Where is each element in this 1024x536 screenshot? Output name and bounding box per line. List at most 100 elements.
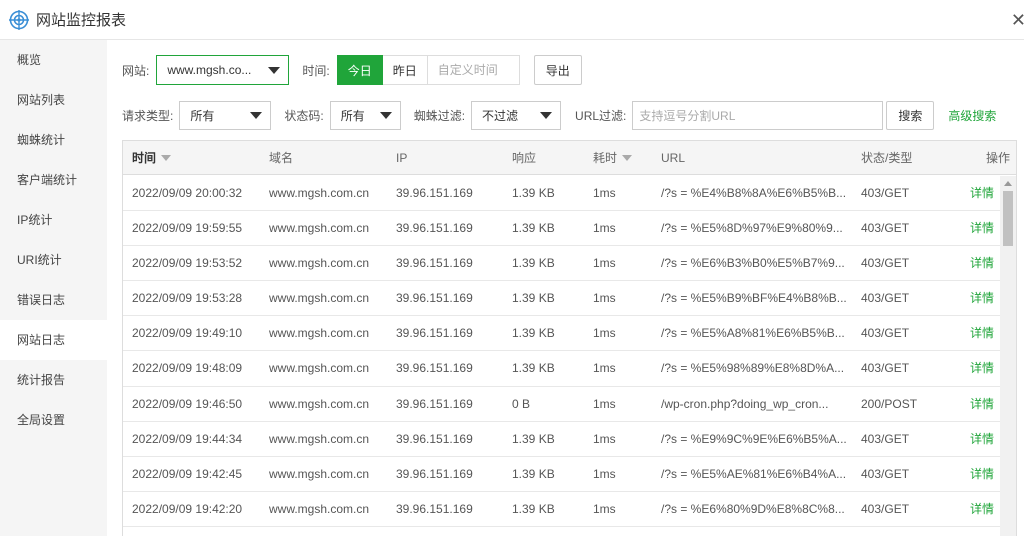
details-link[interactable]: 详情 [970,281,994,316]
cell-time: 2022/09/09 19:42:20 [132,501,243,516]
cell-ip: 39.96.151.169 [396,291,473,306]
cell-domain: www.mgsh.com.cn [269,396,370,411]
cell-elapsed: 1ms [593,361,616,376]
time-range-group: 今日 昨日 [336,55,520,85]
site-select[interactable]: www.mgsh.co... [156,55,290,85]
caret-down-icon [268,67,281,74]
time-label: 时间: [302,63,330,78]
details-link[interactable]: 详情 [970,422,994,457]
request-type-value: 所有 [190,109,215,123]
table-row: 2022/09/09 19:42:45 www.mgsh.com.cn 39.9… [123,457,1001,492]
header-status: 状态/类型 [861,151,913,165]
table-row: 2022/09/09 19:59:55 www.mgsh.com.cn 39.9… [123,211,1001,247]
cell-response: 1.39 KB [512,221,555,236]
cell-time: 2022/09/09 19:48:09 [132,361,243,376]
scrollbar-thumb[interactable] [1003,191,1013,246]
table-header: 时间 域名 IP 响应 耗时 URL 状态/类型 操作 [123,141,1016,175]
details-link[interactable]: 详情 [970,351,994,386]
export-button[interactable]: 导出 [533,55,582,85]
cell-url: /?s = %E9%9C%9E%E6%B5%A... [661,431,847,446]
cell-ip: 39.96.151.169 [396,326,473,341]
title-bar: 网站监控报表 ✕ [0,0,1024,40]
cell-status: 403/GET [861,466,910,481]
cell-status: 403/GET [861,256,910,271]
cell-response: 1.39 KB [512,291,555,306]
details-link[interactable]: 详情 [970,316,994,351]
cell-status: 200/POST [861,396,918,411]
table-row: 2022/09/09 19:53:28 www.mgsh.com.cn 39.9… [123,281,1001,317]
cell-status: 403/GET [861,221,910,236]
cell-response: 1.39 KB [512,466,555,481]
sidebar-item-ip-stats[interactable]: IP统计 [0,200,107,240]
table-scrollbar[interactable] [1000,176,1016,536]
request-type-select[interactable]: 所有 [179,101,272,130]
cell-ip: 39.96.151.169 [396,501,473,516]
custom-time-input[interactable] [427,55,520,85]
cell-elapsed: 1ms [593,186,616,200]
cell-time: 2022/09/09 19:53:28 [132,291,243,306]
cell-response: 1.39 KB [512,186,555,200]
sidebar-item-error-log[interactable]: 错误日志 [0,280,107,320]
cell-time: 2022/09/09 19:59:55 [132,221,243,236]
table-row: 2022/09/09 19:44:34 www.mgsh.com.cn 39.9… [123,422,1001,457]
sidebar-item-global-settings[interactable]: 全局设置 [0,400,107,440]
status-code-select[interactable]: 所有 [329,101,401,130]
sidebar-item-uri-stats[interactable]: URI统计 [0,240,107,280]
sidebar-item-overview[interactable]: 概览 [0,40,107,80]
cell-domain: www.mgsh.com.cn [269,256,370,271]
search-button[interactable]: 搜索 [886,101,935,130]
cell-domain: www.mgsh.com.cn [269,326,370,341]
table-body: 2022/09/09 20:00:32 www.mgsh.com.cn 39.9… [123,176,1001,527]
filter-row-secondary: 请求类型: 所有 状态码: 所有 蜘蛛过滤: 不过滤 URL过滤: 搜索 高级搜… [122,101,1022,130]
details-link[interactable]: 详情 [970,211,994,246]
table-row: 2022/09/09 19:49:10 www.mgsh.com.cn 39.9… [123,316,1001,352]
window-title: 网站监控报表 [36,12,127,29]
scroll-up-arrow-icon[interactable] [1004,181,1012,186]
header-elapsed[interactable]: 耗时 [593,141,633,175]
caret-down-icon [379,112,392,119]
cell-status: 403/GET [861,186,910,200]
url-filter-input[interactable] [632,101,884,130]
table-row: 2022/09/09 19:46:50 www.mgsh.com.cn 39.9… [123,387,1001,422]
cell-response: 1.39 KB [512,361,555,376]
cell-url: /?s = %E5%A8%81%E6%B5%B... [661,326,845,341]
cell-ip: 39.96.151.169 [396,186,473,200]
table-row: 2022/09/09 20:00:32 www.mgsh.com.cn 39.9… [123,176,1001,212]
advanced-search-link[interactable]: 高级搜索 [948,107,996,124]
details-link[interactable]: 详情 [970,492,994,527]
sidebar-item-site-log[interactable]: 网站日志 [0,320,107,360]
table-row: 2022/09/09 19:53:52 www.mgsh.com.cn 39.9… [123,246,1001,282]
spider-filter-value: 不过滤 [482,109,519,123]
sidebar-item-spider-stats[interactable]: 蜘蛛统计 [0,120,107,160]
cell-response: 1.39 KB [512,256,555,271]
cell-domain: www.mgsh.com.cn [269,221,370,236]
details-link[interactable]: 详情 [970,457,994,492]
cell-status: 403/GET [861,326,910,341]
sort-icon [622,154,633,161]
header-domain: 域名 [269,151,294,165]
spider-filter-select[interactable]: 不过滤 [471,101,562,130]
details-link[interactable]: 详情 [970,246,994,281]
table-row: 2022/09/09 19:42:20 www.mgsh.com.cn 39.9… [123,492,1001,527]
sidebar-item-client-stats[interactable]: 客户端统计 [0,160,107,200]
cell-response: 1.39 KB [512,326,555,341]
cell-status: 403/GET [861,431,910,446]
request-type-label: 请求类型: [122,109,174,123]
cell-url: /?s = %E6%80%9D%E8%8C%8... [661,501,845,516]
caret-down-icon [250,112,263,119]
sidebar-item-stats-report[interactable]: 统计报告 [0,360,107,400]
sidebar-item-site-list[interactable]: 网站列表 [0,80,107,120]
time-yesterday-button[interactable]: 昨日 [382,55,428,85]
close-icon[interactable]: ✕ [1011,10,1024,31]
cell-time: 2022/09/09 19:44:34 [132,431,243,446]
header-time[interactable]: 时间 [132,141,172,175]
details-link[interactable]: 详情 [970,387,994,422]
status-code-label: 状态码: [284,109,324,123]
log-table: 时间 域名 IP 响应 耗时 URL 状态/类型 操作 2022/09/09 2… [122,140,1017,536]
time-today-button[interactable]: 今日 [336,55,383,85]
cell-time: 2022/09/09 19:42:45 [132,466,243,481]
cell-status: 403/GET [861,501,910,516]
details-link[interactable]: 详情 [970,176,994,211]
cell-domain: www.mgsh.com.cn [269,186,370,200]
sort-icon [161,154,172,161]
